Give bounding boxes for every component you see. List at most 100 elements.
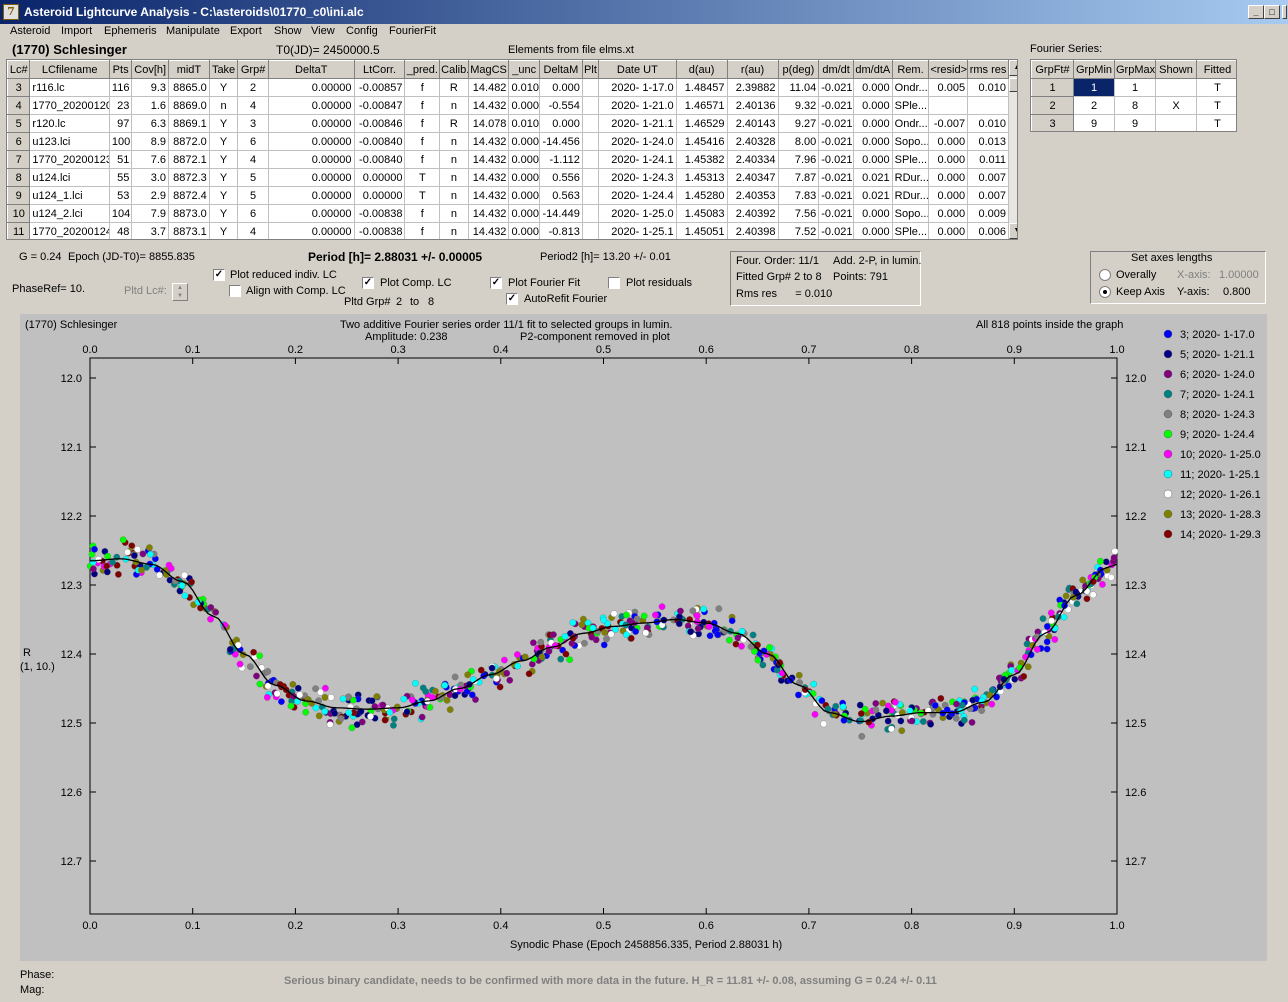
lc-cell[interactable]: 4 <box>237 222 269 239</box>
lc-cell[interactable]: 14.432 <box>468 222 510 239</box>
lc-cell[interactable]: 2.40328 <box>727 132 779 151</box>
plot-reduced-checkbox[interactable]: ✓ <box>213 269 225 281</box>
lc-cell[interactable]: 0.00000 <box>268 96 355 115</box>
fourier-table-row[interactable]: 228XT <box>1031 96 1236 115</box>
lc-cell[interactable]: 8872.1 <box>168 150 210 169</box>
lc-cell[interactable]: 0.00000 <box>268 78 355 97</box>
lc-cell[interactable] <box>582 78 600 97</box>
lc-cell[interactable]: 2.39882 <box>727 78 779 97</box>
lc-col-header[interactable]: _pred. <box>404 60 441 79</box>
title-bar[interactable]: 7 Asteroid Lightcurve Analysis - C:\aste… <box>0 0 1288 24</box>
lc-cell[interactable]: 14.482 <box>468 78 510 97</box>
lc-cell[interactable]: u124.lci <box>29 168 110 187</box>
lc-cell[interactable]: 116 <box>109 78 133 97</box>
lc-cell[interactable]: 2 <box>237 78 269 97</box>
lc-cell[interactable]: 1.45382 <box>676 150 728 169</box>
lc-row-number[interactable]: 9 <box>7 186 31 205</box>
lc-cell[interactable]: 2020- 1-24.3 <box>598 168 677 187</box>
menu-import[interactable]: Import <box>61 25 92 37</box>
lc-cell[interactable]: 97 <box>109 114 133 133</box>
lc-cell[interactable]: 0.000 <box>928 222 969 239</box>
fourier-row-number[interactable]: 3 <box>1031 114 1074 131</box>
lc-col-header[interactable]: LtCorr. <box>353 60 406 79</box>
lc-cell[interactable]: 9.27 <box>778 114 820 133</box>
lc-cell[interactable]: 1.45083 <box>676 204 728 223</box>
lc-cell[interactable]: 7.87 <box>778 168 820 187</box>
menu-asteroid[interactable]: Asteroid <box>10 25 50 37</box>
lc-cell[interactable]: 4 <box>237 96 269 115</box>
lc-cell[interactable]: 1.45051 <box>676 222 728 239</box>
lc-cell[interactable]: 14.432 <box>468 204 510 223</box>
lc-cell[interactable]: 0.000 <box>508 96 541 115</box>
lc-row-number[interactable]: 10 <box>7 204 31 223</box>
lc-cell[interactable]: 0.000 <box>853 78 893 97</box>
fourier-col-header[interactable]: GrpMax <box>1114 60 1156 79</box>
lc-cell[interactable]: 0.007 <box>967 186 1009 205</box>
lc-col-header[interactable]: Date UT <box>598 60 677 79</box>
pltd-lc-spinner[interactable]: ▲ ▼ <box>172 283 188 301</box>
plot-canvas[interactable]: 0.0 0.0 0.1 0.1 0.2 0.2 0.3 0.3 0.4 0.4 0.5 0.5 0.6 0… <box>20 314 1267 961</box>
lc-cell[interactable]: u124_1.lci <box>29 186 110 205</box>
fourier-cell[interactable]: 8 <box>1114 96 1156 115</box>
lc-cell[interactable]: 0.021 <box>853 186 893 205</box>
lc-cell[interactable] <box>967 96 1009 115</box>
lc-cell[interactable]: 14.432 <box>468 168 510 187</box>
lc-cell[interactable]: f <box>404 96 441 115</box>
lc-cell[interactable]: -0.021 <box>818 78 854 97</box>
menu-fourierfit[interactable]: FourierFit <box>389 25 436 37</box>
lc-cell[interactable]: Y <box>209 168 239 187</box>
lc-cell[interactable]: 6 <box>237 132 269 151</box>
lc-row-number[interactable]: 7 <box>7 150 31 169</box>
lc-cell[interactable]: 4 <box>237 150 269 169</box>
lc-cell[interactable]: r116.lc <box>29 78 110 97</box>
lc-cell[interactable]: f <box>404 114 441 133</box>
lc-cell[interactable]: 0.021 <box>853 168 893 187</box>
lc-cell[interactable]: 1770_20200123 <box>29 150 110 169</box>
lc-cell[interactable]: RDur... <box>892 186 930 205</box>
lc-cell[interactable]: 1.46529 <box>676 114 728 133</box>
lc-cell[interactable] <box>582 114 600 133</box>
lc-cell[interactable]: 0.00000 <box>268 132 355 151</box>
lc-col-header[interactable]: midT <box>168 60 210 79</box>
lc-cell[interactable]: 0.00000 <box>268 204 355 223</box>
lc-cell[interactable] <box>582 204 600 223</box>
align-checkbox[interactable] <box>229 285 241 297</box>
menu-ephemeris[interactable]: Ephemeris <box>104 25 157 37</box>
lc-cell[interactable]: 2020- 1-21.1 <box>598 114 677 133</box>
lc-cell[interactable]: 0.010 <box>508 114 541 133</box>
lc-cell[interactable]: 1.45416 <box>676 132 728 151</box>
lc-cell[interactable]: 14.078 <box>468 114 510 133</box>
scroll-thumb[interactable] <box>1009 78 1017 92</box>
lc-cell[interactable]: 2.40398 <box>727 222 779 239</box>
lc-col-header[interactable]: Grp# <box>237 60 269 79</box>
lc-cell[interactable]: n <box>439 168 469 187</box>
lc-cell[interactable]: n <box>209 96 239 115</box>
menu-export[interactable]: Export <box>230 25 262 37</box>
lc-col-header[interactable]: p(deg) <box>777 60 820 79</box>
autorefit-checkbox[interactable]: ✓ <box>506 293 518 305</box>
lc-row-number[interactable]: 4 <box>7 96 31 115</box>
lc-cell[interactable]: Ondr... <box>892 114 930 133</box>
lc-cell[interactable]: -0.021 <box>818 168 854 187</box>
lc-cell[interactable]: 1.46571 <box>676 96 728 115</box>
plot-residuals-checkbox[interactable] <box>608 277 620 289</box>
lc-cell[interactable]: r120.lc <box>29 114 110 133</box>
lc-cell[interactable]: 0.00000 <box>354 168 406 187</box>
fourier-cell[interactable]: 9 <box>1073 114 1115 131</box>
lc-cell[interactable]: 7.52 <box>778 222 820 239</box>
lc-cell[interactable]: Sopo... <box>892 132 930 151</box>
lc-cell[interactable]: 0.000 <box>853 150 893 169</box>
fourier-row-number[interactable]: 1 <box>1031 78 1074 97</box>
lc-cell[interactable] <box>582 96 600 115</box>
fourier-cell[interactable]: 2 <box>1073 96 1115 115</box>
lightcurve-plot[interactable]: 0.0 0.0 0.1 0.1 0.2 0.2 0.3 0.3 0.4 0.4 0.5 0.5 0.6 0… <box>20 314 1267 961</box>
scroll-down-icon[interactable]: ▼ <box>1009 223 1017 239</box>
lc-cell[interactable]: -1.112 <box>539 150 583 169</box>
lc-col-header[interactable]: dm/dt <box>818 60 854 79</box>
lc-cell[interactable]: 0.00000 <box>354 186 406 205</box>
lc-cell[interactable]: 2.40334 <box>727 150 779 169</box>
lc-cell[interactable] <box>582 132 600 151</box>
lc-col-header[interactable]: Pts <box>108 60 133 79</box>
lc-cell[interactable]: f <box>404 222 441 239</box>
fourier-row-number[interactable]: 2 <box>1031 96 1074 115</box>
